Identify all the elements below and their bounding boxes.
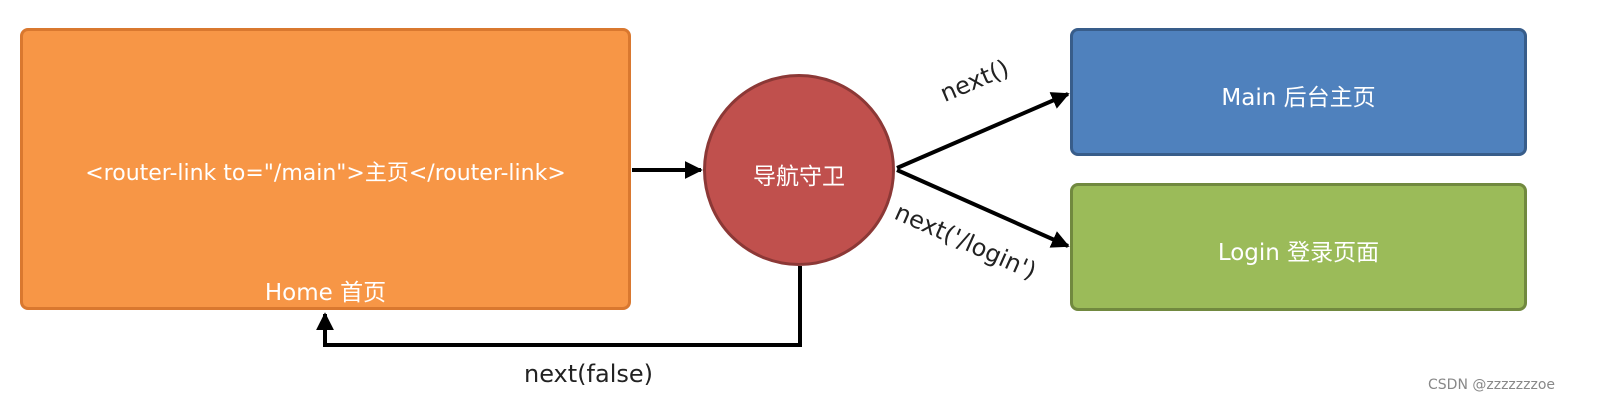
navigation-guard-node: 导航守卫 <box>703 74 895 266</box>
home-page-box: <router-link to="/main">主页</router-link>… <box>20 28 631 310</box>
edge-label-next-false: next(false) <box>524 360 653 388</box>
navigation-guard-label: 导航守卫 <box>753 164 845 190</box>
main-page-label: Main 后台主页 <box>1221 85 1376 111</box>
arrow-guard-to-main <box>896 92 1070 170</box>
router-link-code: <router-link to="/main">主页</router-link> <box>85 161 566 186</box>
login-page-label: Login 登录页面 <box>1217 240 1380 266</box>
login-page-box: Login 登录页面 <box>1070 183 1527 311</box>
credit-watermark: CSDN @zzzzzzzoe <box>1428 377 1555 393</box>
main-page-box: Main 后台主页 <box>1070 28 1527 156</box>
home-page-label: Home 首页 <box>264 280 387 306</box>
